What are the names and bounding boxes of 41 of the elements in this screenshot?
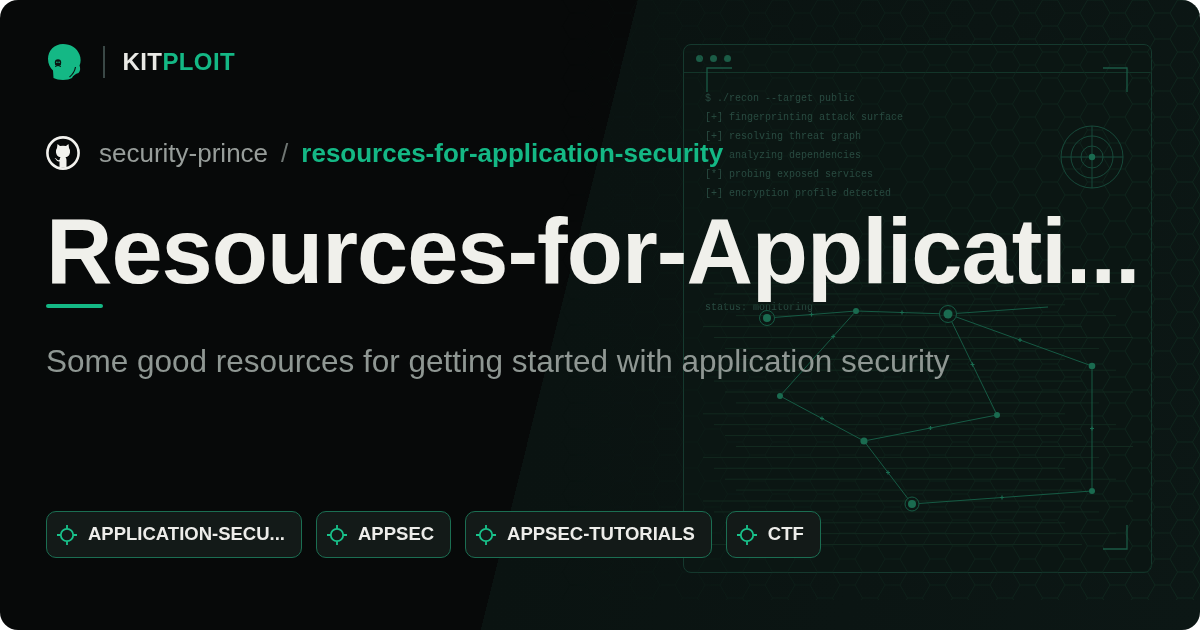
plus-mark-icon [899, 309, 905, 316]
tag-label: APPLICATION-SECU... [88, 525, 285, 544]
tag-label: APPSEC-TUTORIALS [507, 525, 695, 544]
repo-owner: security-prince [99, 140, 269, 166]
graph-node [939, 305, 957, 323]
graph-node [853, 308, 859, 314]
repo-name: resources-for-application-security [301, 140, 724, 166]
graph-node [1089, 488, 1095, 494]
graph-node [860, 437, 868, 445]
page-title: Resources-for-Applicati... [46, 199, 1140, 302]
tag-label: APPSEC [358, 525, 435, 544]
crosshair-icon [476, 524, 497, 545]
plus-mark-icon [819, 415, 825, 422]
plus-mark-icon [885, 469, 891, 476]
graph-node [904, 496, 920, 512]
plus-mark-icon [927, 425, 934, 431]
crosshair-icon [736, 524, 757, 545]
plus-mark-icon [1089, 425, 1095, 432]
corner-bracket-icon [1102, 524, 1128, 550]
connector-line [865, 443, 909, 499]
github-icon [46, 136, 80, 170]
repo-description: Some good resources for getting started with application security [46, 346, 950, 378]
plus-mark-icon [999, 494, 1005, 501]
tag-label: CTF [767, 525, 804, 544]
crosshair-icon [57, 524, 77, 545]
path-separator: / [281, 140, 289, 166]
crosshair-icon [327, 524, 347, 545]
graph-node [1088, 362, 1096, 370]
target-reticle-icon [1060, 125, 1124, 189]
graph-node [994, 412, 1000, 418]
plus-mark-icon [808, 311, 815, 318]
accent-bar [46, 304, 103, 308]
corner-bracket-icon [706, 67, 733, 93]
corner-bracket-icon [1102, 67, 1128, 93]
plus-mark-icon [969, 361, 976, 368]
graph-node [777, 393, 783, 399]
plus-mark-icon [830, 333, 836, 340]
brand-name: KITPLOIT [122, 49, 236, 74]
plus-mark-icon [1017, 337, 1023, 343]
head-logo-icon [46, 42, 82, 81]
graph-node [759, 310, 775, 326]
